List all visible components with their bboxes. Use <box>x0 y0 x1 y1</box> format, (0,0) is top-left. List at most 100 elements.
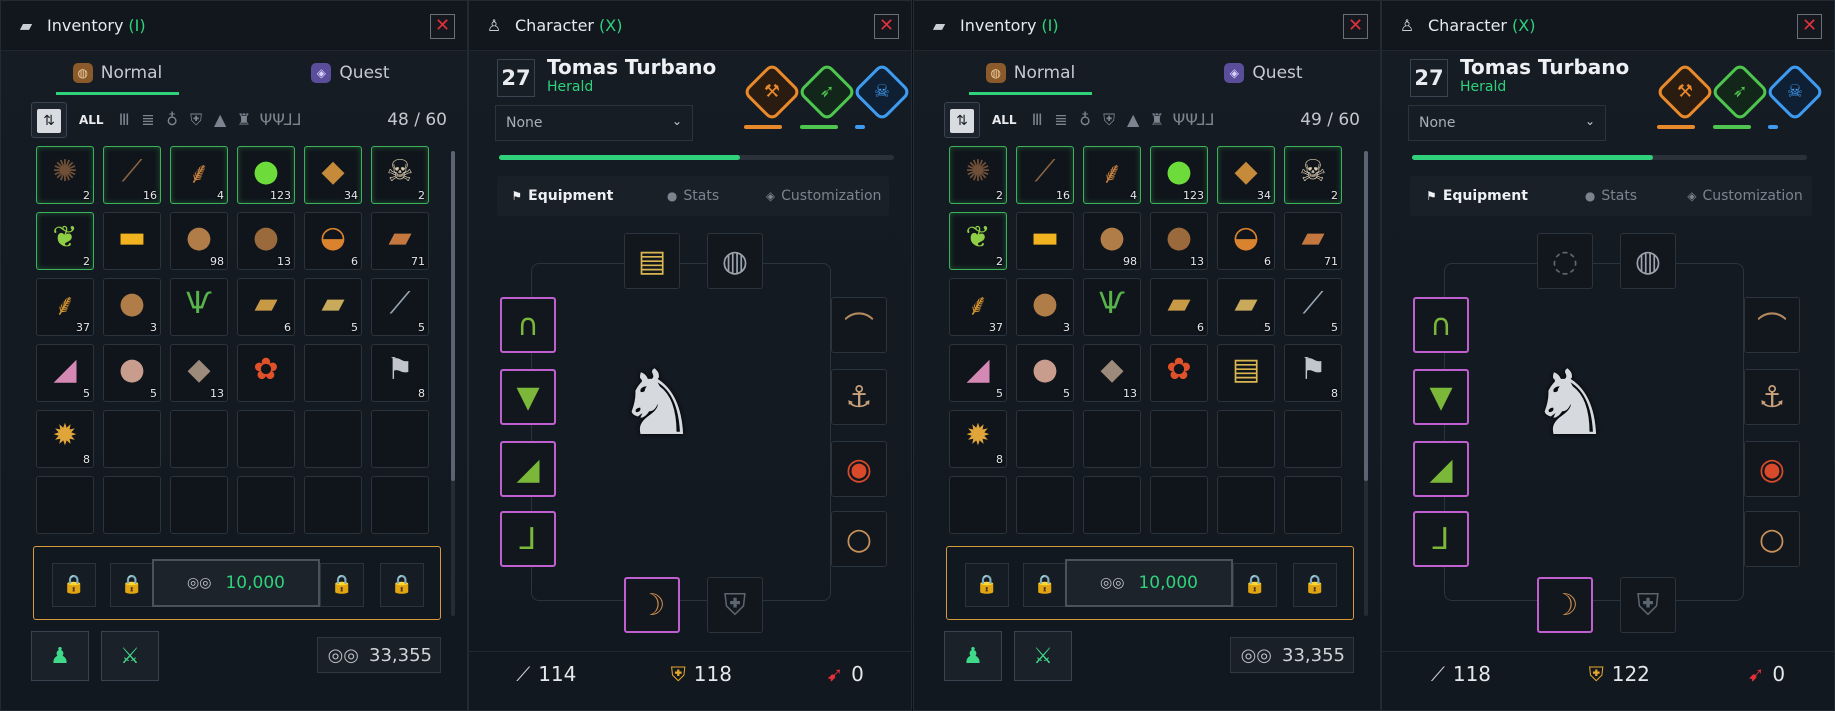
inventory-scrollbar[interactable] <box>1364 151 1368 616</box>
filter-boots-icon[interactable]: ⅃⅃ <box>284 110 302 130</box>
empty-slot[interactable] <box>1083 476 1141 534</box>
inventory-slot[interactable]: ▰ 5 <box>304 278 362 336</box>
inventory-slot[interactable]: ✿ <box>1150 344 1208 402</box>
character-titlebar[interactable]: ♙ Character (X) <box>469 1 911 51</box>
inventory-slot[interactable]: ▰ 5 <box>1217 278 1275 336</box>
inventory-slot[interactable]: ✹ 8 <box>949 410 1007 468</box>
tab-normal[interactable]: ◍ Normal <box>1 51 234 95</box>
boots-slot[interactable]: ⅃ <box>1413 511 1469 567</box>
inventory-slot[interactable]: ▰ 71 <box>1284 212 1342 270</box>
inventory-slot[interactable]: ● 98 <box>1083 212 1141 270</box>
inventory-slot[interactable]: ▤ <box>1217 344 1275 402</box>
orb-slot[interactable]: ◍ <box>707 233 763 289</box>
empty-slot[interactable] <box>170 410 228 468</box>
inventory-scrollbar[interactable] <box>451 151 455 616</box>
empty-slot[interactable] <box>1150 410 1208 468</box>
filter-helmet-icon[interactable]: ▲ <box>1125 110 1142 130</box>
inventory-slot[interactable]: ◆ 34 <box>1217 146 1275 204</box>
filter-potion-icon[interactable]: ♁ <box>164 110 181 130</box>
empty-slot[interactable] <box>1150 476 1208 534</box>
inventory-slot[interactable]: ✹ 8 <box>36 410 94 468</box>
legs-slot[interactable]: ◢ <box>1413 441 1469 497</box>
filter-shield-icon[interactable]: ⛨ <box>188 110 205 130</box>
inventory-slot[interactable]: ● 13 <box>237 212 295 270</box>
tab-normal[interactable]: ◍ Normal <box>914 51 1147 95</box>
boots-slot[interactable]: ⅃ <box>500 511 556 567</box>
skills-button[interactable]: ⚔ <box>1014 631 1072 681</box>
ranger-skill-icon[interactable]: ➶ <box>797 62 857 122</box>
tab-equipment[interactable]: ⚑ Equipment <box>497 188 628 204</box>
band-slot[interactable]: ○ <box>1744 511 1800 567</box>
inventory-slot[interactable]: ● 98 <box>170 212 228 270</box>
inventory-slot[interactable]: ◒ 6 <box>1217 212 1275 270</box>
empty-slot[interactable] <box>371 410 429 468</box>
inventory-slot[interactable]: ⸙ 37 <box>36 278 94 336</box>
mage-skill-icon[interactable]: ☠ <box>852 62 912 122</box>
filter-boots-icon[interactable]: ⅃⅃ <box>1197 110 1215 130</box>
empty-slot[interactable] <box>304 344 362 402</box>
close-icon[interactable]: ✕ <box>1343 14 1368 39</box>
empty-slot[interactable] <box>103 410 161 468</box>
empty-slot[interactable] <box>1016 410 1074 468</box>
filter-pillar-icon[interactable]: Ⅲ <box>1029 110 1046 130</box>
chest-slot[interactable]: ▼ <box>1413 369 1469 425</box>
sort-button[interactable]: ⇅ <box>31 102 67 138</box>
tab-quest[interactable]: ◈ Quest <box>1147 51 1380 95</box>
offhand-slot[interactable]: ⛨ <box>1620 577 1676 633</box>
empty-slot[interactable] <box>304 476 362 534</box>
character-button[interactable]: ♟ <box>944 631 1002 681</box>
empty-slot[interactable] <box>1284 410 1342 468</box>
helmet-slot[interactable]: ∩ <box>500 297 556 353</box>
character-button[interactable]: ♟ <box>31 631 89 681</box>
filter-potion-icon[interactable]: ♁ <box>1077 110 1094 130</box>
inventory-slot[interactable]: ✺ 2 <box>949 146 1007 204</box>
empty-slot[interactable] <box>1217 410 1275 468</box>
empty-slot[interactable] <box>1083 410 1141 468</box>
inventory-slot[interactable]: ⚑ 8 <box>371 344 429 402</box>
tab-stats[interactable]: ● Stats <box>628 188 759 204</box>
inventory-slot[interactable]: ◢ 5 <box>36 344 94 402</box>
inventory-slot[interactable]: ⟋ 5 <box>371 278 429 336</box>
inventory-slot[interactable]: ⸙ 37 <box>949 278 1007 336</box>
inventory-slot[interactable]: ▰ 71 <box>371 212 429 270</box>
sort-button[interactable]: ⇅ <box>944 102 980 138</box>
empty-slot[interactable] <box>103 476 161 534</box>
inventory-slot[interactable]: ✺ 2 <box>36 146 94 204</box>
hook-slot[interactable]: ⚓ <box>831 369 887 425</box>
scrollbar-thumb[interactable] <box>451 151 455 481</box>
close-icon[interactable]: ✕ <box>1797 14 1822 39</box>
empty-slot[interactable] <box>237 410 295 468</box>
character-titlebar[interactable]: ♙ Character (X) <box>1382 1 1834 51</box>
inventory-slot[interactable]: ▬ <box>1016 212 1074 270</box>
hook-slot[interactable]: ⚓ <box>1744 369 1800 425</box>
warrior-skill-icon[interactable]: ⚒ <box>1655 62 1715 122</box>
ring-slot[interactable]: ◉ <box>1744 441 1800 497</box>
inventory-slot[interactable]: ⟋ 16 <box>1016 146 1074 204</box>
empty-slot[interactable] <box>304 410 362 468</box>
inventory-slot[interactable]: ❦ 2 <box>949 212 1007 270</box>
tool-slot[interactable]: ⌒ <box>831 297 887 353</box>
inventory-slot[interactable]: ⚑ 8 <box>1284 344 1342 402</box>
inventory-slot[interactable]: ● 123 <box>237 146 295 204</box>
amulet-slot[interactable]: ◌ <box>1537 233 1593 289</box>
inventory-slot[interactable]: ● 5 <box>103 344 161 402</box>
inventory-slot[interactable]: ⸙ 4 <box>1083 146 1141 204</box>
empty-slot[interactable] <box>371 476 429 534</box>
filter-all[interactable]: ALL <box>992 113 1017 127</box>
weapon-slot[interactable]: ☽ <box>624 577 680 633</box>
inventory-slot[interactable]: ● 3 <box>1016 278 1074 336</box>
tab-equipment[interactable]: ⚑ Equipment <box>1410 188 1544 204</box>
offhand-slot[interactable]: ⛨ <box>707 577 763 633</box>
inventory-slot[interactable]: ● 5 <box>1016 344 1074 402</box>
inventory-slot[interactable]: ◒ 6 <box>304 212 362 270</box>
helmet-slot[interactable]: ∩ <box>1413 297 1469 353</box>
inventory-slot[interactable]: ▰ 6 <box>237 278 295 336</box>
filter-gloves-icon[interactable]: ΨΨ <box>1173 110 1198 130</box>
inventory-slot[interactable]: ▬ <box>103 212 161 270</box>
filter-armor-icon[interactable]: ♜ <box>1149 110 1166 130</box>
filter-all[interactable]: ALL <box>79 113 104 127</box>
amulet-slot[interactable]: ▤ <box>624 233 680 289</box>
empty-slot[interactable] <box>949 476 1007 534</box>
tab-stats[interactable]: ● Stats <box>1544 188 1678 204</box>
weapon-slot[interactable]: ☽ <box>1537 577 1593 633</box>
